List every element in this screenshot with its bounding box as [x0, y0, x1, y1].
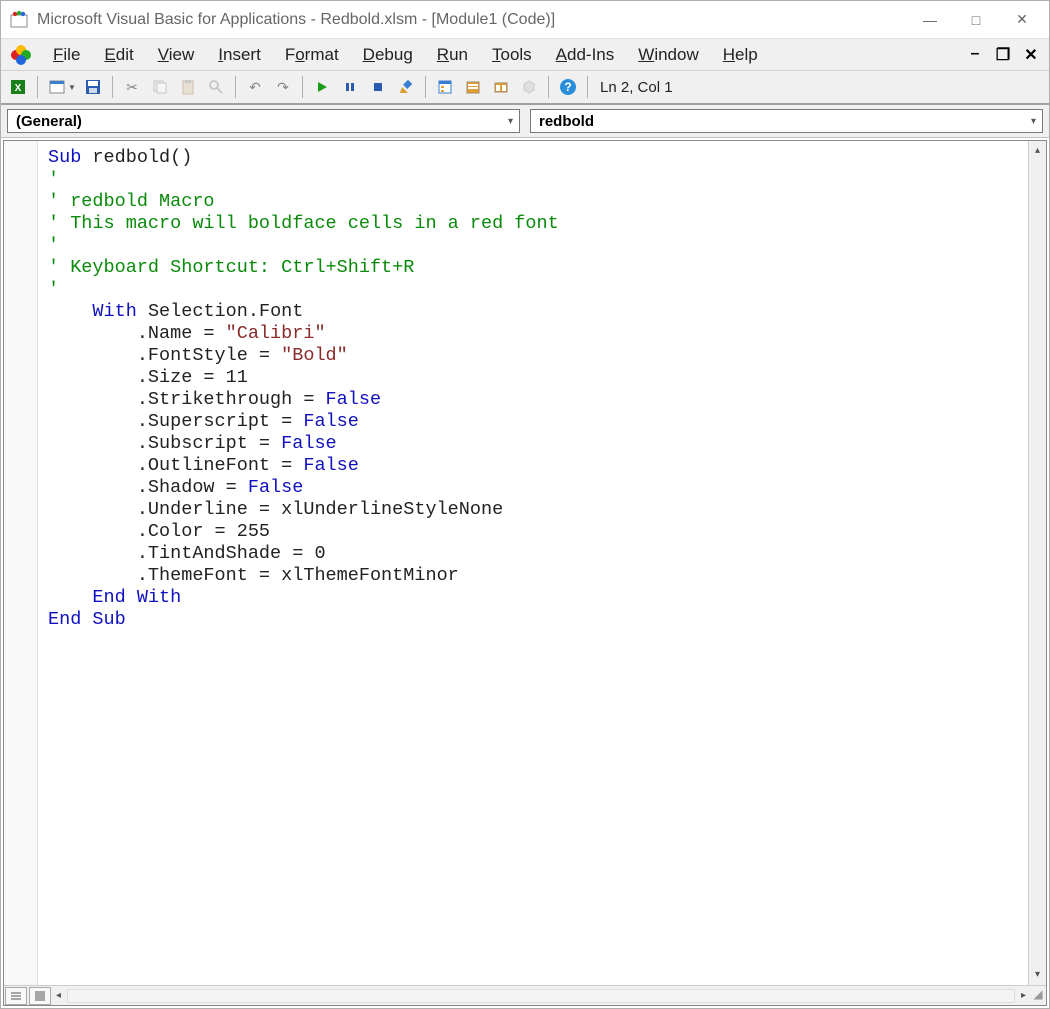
menu-edit[interactable]: Edit [92, 41, 145, 69]
mdi-close-button[interactable]: ✕ [1021, 45, 1041, 65]
minimize-button[interactable]: — [907, 1, 953, 39]
horizontal-scrollbar[interactable] [67, 989, 1015, 1003]
code-window: Sub redbold() ' ' redbold Macro ' This m… [3, 140, 1047, 1006]
break-button[interactable] [337, 74, 363, 100]
title-bar: Microsoft Visual Basic for Applications … [1, 1, 1049, 39]
run-button[interactable] [309, 74, 335, 100]
reset-button[interactable] [365, 74, 391, 100]
paste-button[interactable] [175, 74, 201, 100]
menu-run[interactable]: Run [425, 41, 480, 69]
separator [425, 76, 426, 98]
close-button[interactable]: ✕ [999, 1, 1045, 39]
save-button[interactable] [80, 74, 106, 100]
menu-tools[interactable]: Tools [480, 41, 544, 69]
code-editor[interactable]: Sub redbold() ' ' redbold Macro ' This m… [38, 141, 1028, 985]
object-combo[interactable]: (General) ▾ [7, 109, 520, 133]
code-margin[interactable] [4, 141, 38, 985]
window-controls: — □ ✕ [907, 1, 1045, 39]
app-icon [9, 10, 29, 30]
find-button[interactable] [203, 74, 229, 100]
scroll-left-icon[interactable]: ◂ [52, 990, 65, 1001]
menu-debug[interactable]: Debug [351, 41, 425, 69]
undo-button[interactable]: ↶ [242, 74, 268, 100]
separator [548, 76, 549, 98]
properties-button[interactable] [460, 74, 486, 100]
design-mode-button[interactable] [393, 74, 419, 100]
menu-file[interactable]: File [41, 41, 92, 69]
view-excel-button[interactable]: X [5, 74, 31, 100]
procedure-combo[interactable]: redbold ▾ [530, 109, 1043, 133]
cursor-position: Ln 2, Col 1 [600, 79, 673, 96]
chevron-down-icon: ▾ [508, 116, 513, 127]
copy-button[interactable] [147, 74, 173, 100]
project-explorer-button[interactable] [432, 74, 458, 100]
svg-text:X: X [15, 83, 22, 94]
redo-button[interactable]: ↷ [270, 74, 296, 100]
menu-addins[interactable]: Add-Ins [544, 41, 627, 69]
object-browser-button[interactable] [488, 74, 514, 100]
scroll-up-icon[interactable]: ▴ [1035, 143, 1040, 159]
menu-bar: File Edit View Insert Format Debug Run T… [1, 39, 1049, 71]
separator [587, 76, 588, 98]
mdi-minimize-button[interactable]: – [965, 45, 985, 65]
window-title: Microsoft Visual Basic for Applications … [37, 11, 907, 29]
menu-format[interactable]: Format [273, 41, 351, 69]
vertical-scrollbar[interactable]: ▴ ▾ [1028, 141, 1046, 985]
menu-help[interactable]: Help [711, 41, 770, 69]
cut-button[interactable]: ✂ [119, 74, 145, 100]
mdi-controls: – ❐ ✕ [965, 45, 1049, 65]
separator [37, 76, 38, 98]
code-navigation-bar: (General) ▾ redbold ▾ [1, 105, 1049, 138]
toolbox-button[interactable] [516, 74, 542, 100]
svg-text:?: ? [564, 80, 571, 94]
separator [112, 76, 113, 98]
toolbar: X ▼ ✂ ↶ ↷ ? L [1, 71, 1049, 105]
vba-icon [7, 41, 35, 69]
mdi-restore-button[interactable]: ❐ [993, 45, 1013, 65]
resize-grip[interactable]: ◢ [1030, 987, 1046, 1005]
menu-window[interactable]: Window [626, 41, 710, 69]
insert-dropdown[interactable]: ▼ [68, 83, 78, 92]
scroll-down-icon[interactable]: ▾ [1035, 967, 1040, 983]
help-button[interactable]: ? [555, 74, 581, 100]
code-window-footer: ◂ ▸ ◢ [4, 985, 1046, 1005]
procedure-view-button[interactable] [5, 987, 27, 1005]
full-module-view-button[interactable] [29, 987, 51, 1005]
scroll-right-icon[interactable]: ▸ [1017, 990, 1030, 1001]
maximize-button[interactable]: □ [953, 1, 999, 39]
separator [302, 76, 303, 98]
object-combo-value: (General) [16, 113, 508, 130]
separator [235, 76, 236, 98]
menu-view[interactable]: View [146, 41, 207, 69]
procedure-combo-value: redbold [539, 113, 1031, 130]
menu-insert[interactable]: Insert [206, 41, 273, 69]
insert-module-button[interactable] [44, 74, 70, 100]
chevron-down-icon: ▾ [1031, 116, 1036, 127]
